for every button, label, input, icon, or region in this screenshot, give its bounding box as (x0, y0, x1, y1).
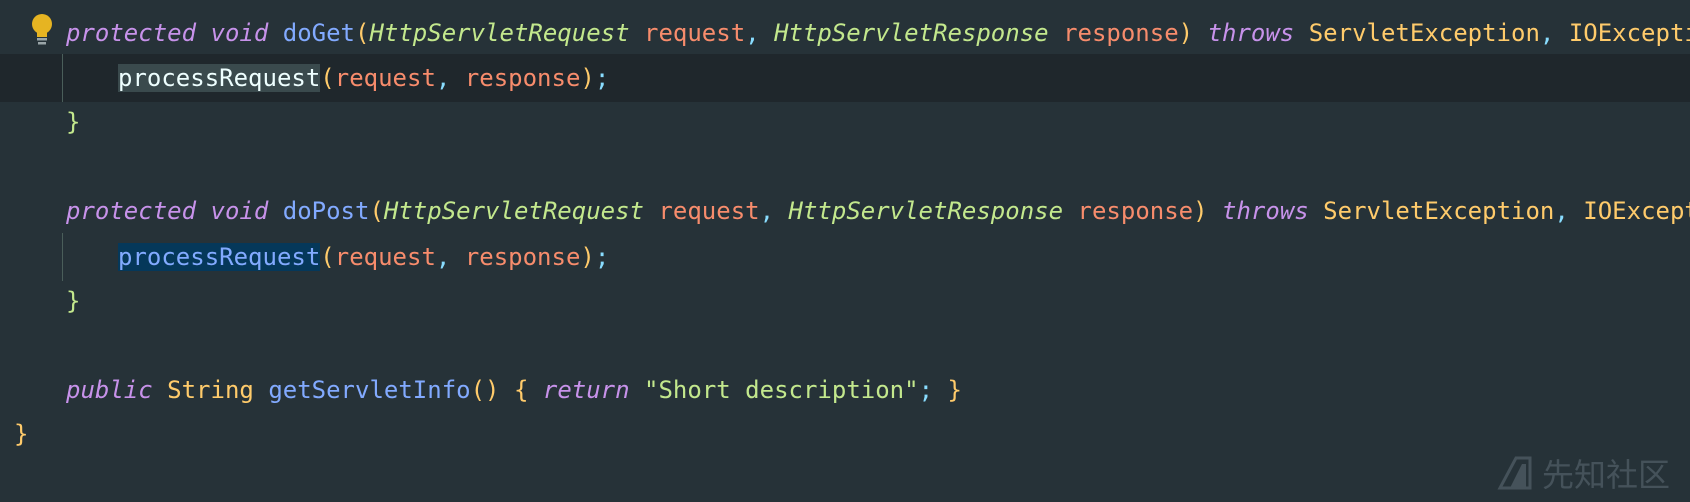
open-paren: ( (369, 197, 384, 225)
method-name-doget[interactable]: doGet (283, 19, 355, 47)
close-paren: ) (580, 64, 595, 92)
method-call-processrequest[interactable]: processRequest (118, 64, 321, 92)
keyword-void: void (210, 19, 269, 47)
keyword-protected: protected (66, 197, 197, 225)
open-paren: ( (355, 19, 370, 47)
param-request[interactable]: request (658, 197, 759, 225)
open-paren: ( (320, 243, 335, 271)
method-name-dopost[interactable]: doPost (283, 197, 370, 225)
indent-guide (62, 54, 63, 102)
keyword-public: public (66, 376, 153, 404)
arg-response[interactable]: response (465, 64, 581, 92)
exception-servlet[interactable]: ServletException (1309, 19, 1540, 47)
string-literal[interactable]: "Short description" (644, 376, 919, 404)
param-type-request[interactable]: HttpServletRequest (384, 197, 644, 225)
parens: () (470, 376, 500, 404)
arg-response[interactable]: response (465, 243, 581, 271)
xianzhi-logo-icon (1497, 456, 1532, 490)
close-paren: ) (580, 243, 595, 271)
code-line-1[interactable]: protected void doGet(HttpServletRequest … (0, 9, 1690, 57)
code-line-9[interactable]: public String getServletInfo() { return … (0, 366, 1690, 414)
method-name-getservletinfo[interactable]: getServletInfo (268, 376, 470, 404)
watermark: 先知社区 (1496, 450, 1670, 496)
param-request[interactable]: request (644, 19, 745, 47)
close-paren: ) (1178, 19, 1194, 47)
param-response[interactable]: response (1078, 197, 1194, 225)
exception-servlet[interactable]: ServletException (1323, 197, 1554, 225)
method-call-processrequest-selected[interactable]: processRequest (118, 243, 321, 271)
exception-io[interactable]: IOException (1569, 19, 1690, 47)
comma: , (435, 64, 451, 92)
keyword-throws: throws (1222, 197, 1309, 225)
code-line-5[interactable]: protected void doPost(HttpServletRequest… (0, 187, 1690, 235)
code-line-7[interactable]: } (0, 277, 1690, 325)
open-paren: ( (320, 64, 335, 92)
code-line-6[interactable]: processRequest(request, response); (0, 233, 1690, 281)
param-type-request[interactable]: HttpServletRequest (369, 19, 629, 47)
comma: , (435, 243, 451, 271)
comma: , (759, 197, 775, 225)
arg-request[interactable]: request (335, 243, 436, 271)
param-response[interactable]: response (1063, 19, 1179, 47)
param-type-response[interactable]: HttpServletResponse (774, 19, 1049, 47)
class-closing-brace: } (14, 420, 29, 448)
closing-brace: } (66, 108, 81, 136)
comma: , (1539, 19, 1555, 47)
open-brace: { (513, 376, 529, 404)
close-paren: ) (1193, 197, 1208, 225)
keyword-throws: throws (1207, 19, 1295, 47)
param-type-response[interactable]: HttpServletResponse (789, 197, 1064, 225)
comma: , (745, 19, 760, 47)
indent-guide (62, 233, 63, 281)
comma: , (1554, 197, 1569, 225)
close-brace: } (947, 376, 962, 404)
semicolon: ; (594, 243, 610, 271)
code-line-10[interactable]: } (0, 410, 1690, 458)
semicolon: ; (594, 64, 610, 92)
type-string[interactable]: String (167, 376, 254, 404)
keyword-return: return (542, 376, 630, 404)
watermark-text: 先知社区 (1541, 456, 1670, 494)
closing-brace: } (66, 287, 81, 315)
semicolon: ; (918, 376, 934, 404)
code-line-2-current[interactable]: processRequest(request, response); (0, 54, 1690, 102)
arg-request[interactable]: request (335, 64, 436, 92)
keyword-protected: protected (66, 19, 197, 47)
code-editor[interactable]: protected void doGet(HttpServletRequest … (0, 0, 1690, 502)
code-line-3[interactable]: } (0, 98, 1690, 146)
keyword-void: void (210, 197, 269, 225)
exception-io[interactable]: IOExceptio (1583, 197, 1690, 225)
